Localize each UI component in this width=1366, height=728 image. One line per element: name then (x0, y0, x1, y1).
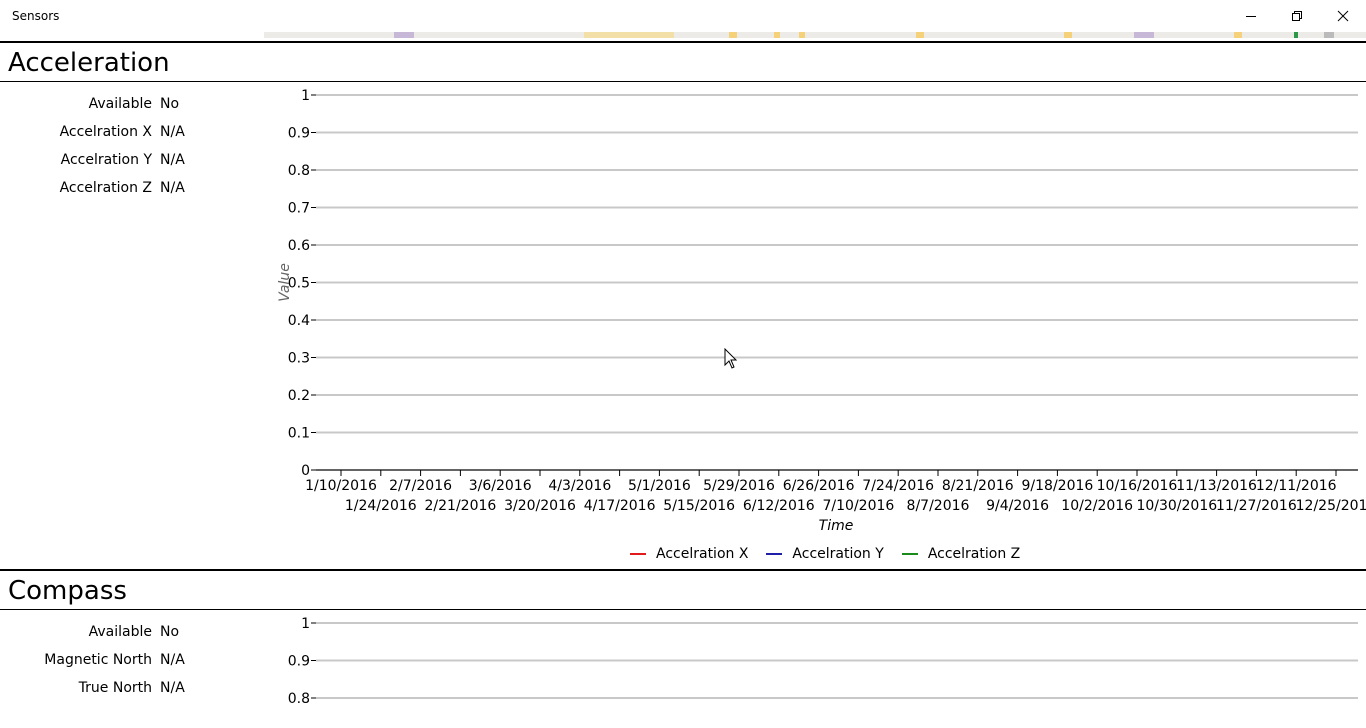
legend-item-y: Accelration Y (766, 546, 884, 562)
map-strip (264, 32, 1366, 38)
restore-button[interactable] (1274, 0, 1320, 32)
compass-title: Compass (8, 576, 127, 606)
info-label: Accelration Z (59, 180, 152, 196)
y-tick-label: 0.6 (288, 238, 310, 254)
x-tick-label: 4/17/2016 (584, 498, 656, 514)
x-tick-label: 2/21/2016 (425, 498, 497, 514)
x-tick-label: 8/21/2016 (942, 478, 1014, 494)
legend-item-z: Accelration Z (901, 546, 1021, 562)
y-tick-label: 0 (301, 463, 310, 479)
y-tick-label: 1 (301, 88, 310, 104)
legend-swatch-y (766, 553, 783, 555)
x-tick-label: 6/26/2016 (783, 478, 855, 494)
y-tick-label: 0.7 (288, 201, 310, 217)
x-tick-label: 12/11/2016 (1256, 478, 1337, 494)
x-tick-label: 12/25/2016 (1296, 498, 1366, 514)
close-button[interactable] (1320, 0, 1366, 32)
acceleration-title: Acceleration (8, 48, 170, 78)
info-label: Accelration Y (60, 152, 152, 168)
restore-icon (1292, 11, 1302, 21)
legend-label-y: Accelration Y (792, 546, 884, 562)
x-tick-label: 3/6/2016 (469, 478, 532, 494)
legend-swatch-z (901, 553, 918, 555)
legend-label-z: Accelration Z (927, 546, 1021, 562)
x-tick-label: 7/24/2016 (862, 478, 934, 494)
info-label: Magnetic North (44, 652, 152, 668)
y-tick-label: 0.3 (288, 351, 310, 367)
acceleration-available-row: Available No (0, 96, 260, 116)
x-tick-label: 11/13/2016 (1176, 478, 1257, 494)
x-tick-label: 3/20/2016 (504, 498, 576, 514)
acceleration-y-row: Accelration Y N/A (0, 152, 260, 172)
x-tick-label: 8/7/2016 (907, 498, 970, 514)
y-tick-label: 0.9 (288, 126, 310, 142)
info-value: N/A (160, 652, 185, 668)
y-tick-label: 0.9 (288, 654, 310, 670)
y-tick-label: 0.4 (288, 313, 310, 329)
y-tick-label: 0.1 (288, 426, 310, 442)
acceleration-chart: 00.10.20.30.40.50.60.70.80.911/10/2016 2/… (277, 88, 1366, 534)
info-label: Accelration X (59, 124, 152, 140)
mouse-cursor-icon (724, 348, 738, 369)
x-tick-label: 7/10/2016 (823, 498, 895, 514)
legend-label-x: Accelration X (656, 546, 749, 562)
compass-true-north-row: True North N/A (0, 680, 260, 700)
minimize-button[interactable] (1228, 0, 1274, 32)
acceleration-legend: Accelration X Accelration Y Accelration … (630, 546, 1038, 562)
x-tick-label: 2/7/2016 (389, 478, 452, 494)
x-tick-label: 10/16/2016 (1097, 478, 1178, 494)
info-label: Available (88, 96, 152, 112)
x-tick-label: 9/4/2016 (986, 498, 1049, 514)
x-axis-label: Time (819, 518, 854, 534)
info-value: N/A (160, 680, 185, 696)
y-tick-label: 0.2 (288, 388, 310, 404)
y-tick-label: 0.8 (288, 691, 310, 707)
close-icon (1337, 10, 1349, 22)
x-tick-label: 5/15/2016 (663, 498, 735, 514)
x-tick-label: 5/29/2016 (703, 478, 775, 494)
legend-item-x: Accelration X (630, 546, 748, 562)
info-value: N/A (160, 180, 185, 196)
compass-section-header (0, 569, 1366, 610)
x-tick-label: 11/27/2016 (1216, 498, 1297, 514)
acceleration-x-row: Accelration X N/A (0, 124, 260, 144)
info-value: No (160, 96, 180, 112)
x-tick-label: 10/2/2016 (1061, 498, 1133, 514)
title-bar: Sensors (0, 0, 1366, 32)
compass-magnetic-north-row: Magnetic North N/A (0, 652, 260, 672)
app-title: Sensors (12, 9, 60, 23)
info-label: Available (88, 624, 152, 640)
info-value: No (160, 624, 180, 640)
info-value: N/A (160, 152, 185, 168)
acceleration-section-header (0, 41, 1366, 82)
x-tick-label: 1/24/2016 (345, 498, 417, 514)
minimize-icon (1246, 16, 1256, 17)
x-tick-label: 6/12/2016 (743, 498, 815, 514)
legend-swatch-x (630, 553, 646, 555)
compass-available-row: Available No (0, 624, 260, 644)
x-tick-label: 10/30/2016 (1136, 498, 1217, 514)
compass-chart: 1 0.9 0.8 (288, 616, 1358, 707)
x-tick-label: 9/18/2016 (1022, 478, 1094, 494)
y-tick-label: 1 (301, 616, 310, 632)
x-tick-label: 5/1/2016 (628, 478, 691, 494)
info-value: N/A (160, 124, 185, 140)
y-tick-label: 0.8 (288, 163, 310, 179)
y-axis-label: Value (277, 263, 293, 302)
info-label: True North (78, 680, 152, 696)
x-tick-label: 1/10/2016 (305, 478, 377, 494)
x-tick-label: 4/3/2016 (548, 478, 611, 494)
acceleration-z-row: Accelration Z N/A (0, 180, 260, 200)
